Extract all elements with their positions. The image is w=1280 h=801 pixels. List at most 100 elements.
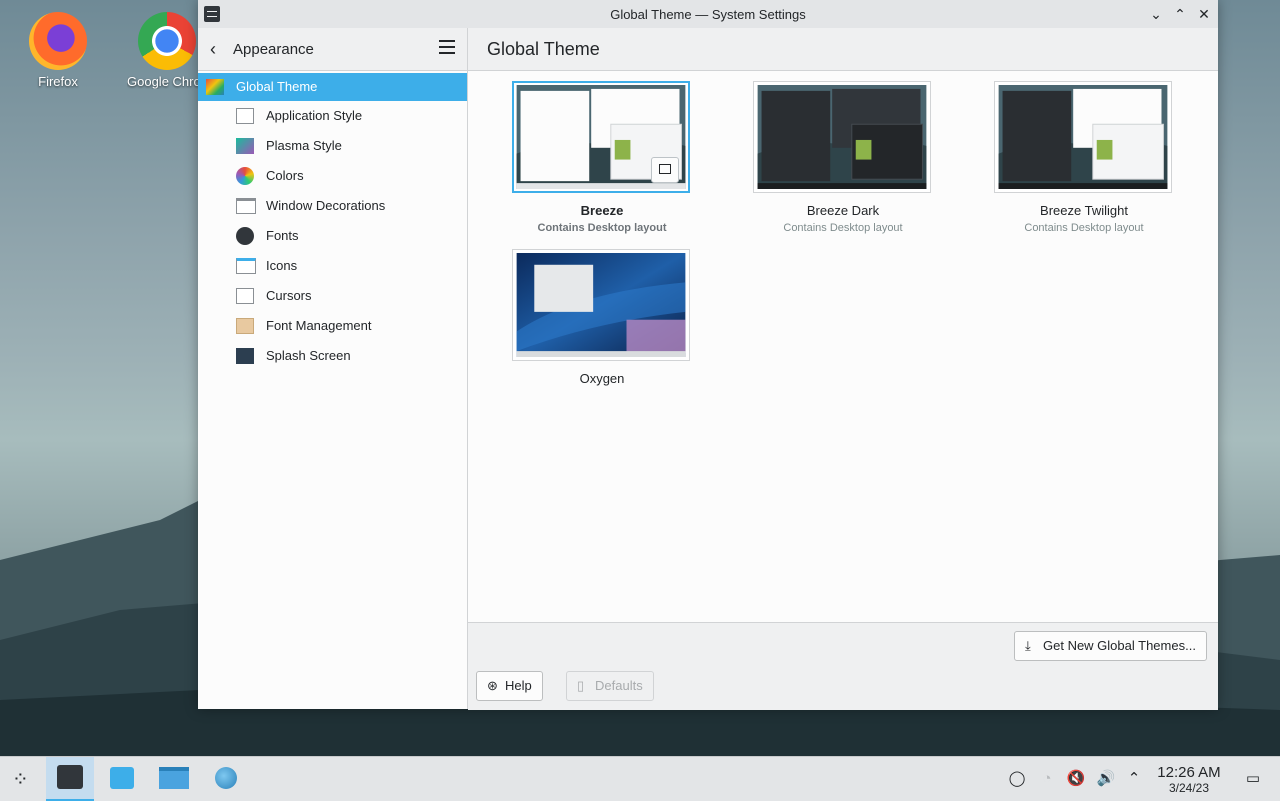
desktop-icon-chrome[interactable]: Google Chrome <box>127 4 207 89</box>
theme-grid: Breeze Contains Desktop layout Breeze Da… <box>468 71 1218 622</box>
help-button[interactable]: ⊛ Help <box>476 671 543 701</box>
desktop-icon-label: Google Chrome <box>127 74 207 89</box>
theme-thumbnail <box>512 81 690 193</box>
clock-time: 12:26 AM <box>1157 764 1221 781</box>
kde-launcher-icon: ⁘ <box>12 769 29 791</box>
global-theme-icon <box>206 79 224 95</box>
theme-subtitle: Contains Desktop layout <box>1024 222 1144 234</box>
sidebar-item-splash-screen[interactable]: Splash Screen <box>198 341 467 371</box>
breeze-dark-preview-image <box>757 85 927 189</box>
taskbar-system-settings[interactable] <box>46 757 94 801</box>
window-title: Global Theme — System Settings <box>610 7 806 22</box>
sidebar-title: Appearance <box>233 41 314 58</box>
window-titlebar[interactable]: Global Theme — System Settings ⌄ ⌃ ✕ <box>198 0 1218 29</box>
sidebar-item-label: Application Style <box>266 108 363 123</box>
main-panel: Global Theme Breeze Contains Desktop lay… <box>468 28 1218 710</box>
desktop-icon-label: Firefox <box>38 74 78 89</box>
folder-icon <box>159 767 189 789</box>
font-management-icon <box>236 318 254 334</box>
close-button[interactable]: ✕ <box>1194 4 1214 24</box>
icons-icon <box>236 258 256 274</box>
sidebar-item-icons[interactable]: Icons <box>198 251 467 281</box>
settings-window: Global Theme — System Settings ⌄ ⌃ ✕ ‹ A… <box>198 0 1218 710</box>
application-launcher[interactable]: ⁘ <box>0 757 48 801</box>
help-lifebuoy-icon: ⊛ <box>487 678 498 693</box>
chevron-up-icon[interactable]: ⌃ <box>1124 769 1144 789</box>
button-label: Help <box>505 678 532 693</box>
globe-icon <box>215 767 237 789</box>
main-header: Global Theme <box>468 28 1218 71</box>
sidebar-item-label: Font Management <box>266 318 372 333</box>
theme-card-breeze-dark[interactable]: Breeze Dark Contains Desktop layout <box>753 81 933 234</box>
discover-store-icon <box>110 767 134 789</box>
back-arrow-icon[interactable]: ‹ <box>210 39 216 60</box>
theme-thumbnail <box>512 249 690 361</box>
sidebar-item-label: Window Decorations <box>266 198 386 213</box>
footer-bar: ⤓ Get New Global Themes... ⊛ Help ▯ Defa… <box>468 622 1218 710</box>
page-title: Global Theme <box>487 39 600 59</box>
document-revert-icon: ▯ <box>577 678 585 693</box>
desktop-icon-firefox[interactable]: Firefox <box>13 4 103 89</box>
theme-name: Oxygen <box>579 371 625 386</box>
sidebar-item-label: Fonts <box>266 228 299 243</box>
firefox-icon <box>29 12 87 70</box>
plasma-style-icon <box>236 138 254 154</box>
theme-name: Breeze Twilight <box>1040 203 1128 218</box>
defaults-button[interactable]: ▯ Defaults <box>566 671 654 701</box>
window-decorations-icon <box>236 198 256 214</box>
theme-name: Breeze Dark <box>806 203 880 218</box>
fonts-icon <box>236 227 254 245</box>
maximize-button[interactable]: ⌃ <box>1170 4 1190 24</box>
theme-card-breeze[interactable]: Breeze Contains Desktop layout <box>512 81 692 234</box>
network-icon[interactable]: ◔ <box>1037 769 1057 789</box>
sidebar-item-plasma-style[interactable]: Plasma Style <box>198 131 467 161</box>
clock-date: 3/24/23 <box>1168 781 1210 795</box>
user-icon[interactable]: ◯ <box>1007 769 1027 789</box>
theme-subtitle: Contains Desktop layout <box>783 222 903 234</box>
sidebar-item-cursors[interactable]: Cursors <box>198 281 467 311</box>
taskbar-discover[interactable] <box>98 757 146 801</box>
cursors-icon <box>236 288 254 304</box>
sidebar-item-colors[interactable]: Colors <box>198 161 467 191</box>
minimize-button[interactable]: ⌄ <box>1146 4 1166 24</box>
breeze-twilight-preview-image <box>998 85 1168 189</box>
volume-icon[interactable]: 🔊 <box>1096 769 1116 789</box>
theme-card-breeze-twilight[interactable]: Breeze Twilight Contains Desktop layout <box>994 81 1174 234</box>
sidebar-header: ‹ Appearance <box>198 28 467 71</box>
colors-icon <box>236 167 254 185</box>
show-desktop-icon[interactable]: ▭ <box>1243 769 1263 789</box>
theme-subtitle: Contains Desktop layout <box>537 222 667 234</box>
theme-card-oxygen[interactable]: Oxygen <box>512 249 692 386</box>
sidebar-item-label: Splash Screen <box>266 348 351 363</box>
sidebar-item-label: Cursors <box>266 288 312 303</box>
taskbar: ⁘ ◯ ◔ 🔇 🔊 ⌃ 12:26 AM 3/24/23 ▭ <box>0 756 1280 801</box>
splash-screen-icon <box>236 348 254 364</box>
oxygen-preview-image <box>516 253 686 357</box>
taskbar-dolphin[interactable] <box>150 757 198 801</box>
application-style-icon <box>236 108 254 124</box>
preview-image-button[interactable] <box>651 157 679 183</box>
button-label: Get New Global Themes... <box>1043 638 1196 653</box>
hamburger-menu-icon[interactable] <box>439 40 455 54</box>
sidebar-item-label: Colors <box>266 168 304 183</box>
sidebar-item-global-theme[interactable]: Global Theme <box>198 73 467 101</box>
sidebar-item-application-style[interactable]: Application Style <box>198 101 467 131</box>
taskbar-browser[interactable] <box>202 757 250 801</box>
button-label: Defaults <box>595 678 643 693</box>
theme-thumbnail <box>994 81 1172 193</box>
theme-name: Breeze <box>580 203 624 218</box>
sidebar-item-label: Icons <box>266 258 298 273</box>
sidebar: ‹ Appearance Global Theme Application St… <box>198 28 468 709</box>
sidebar-item-label: Global Theme <box>236 79 318 94</box>
digital-clock[interactable]: 12:26 AM 3/24/23 <box>1148 764 1230 795</box>
system-settings-icon <box>57 765 83 789</box>
chrome-icon <box>138 12 196 70</box>
sidebar-item-label: Plasma Style <box>266 138 342 153</box>
get-new-themes-button[interactable]: ⤓ Get New Global Themes... <box>1014 631 1207 661</box>
theme-thumbnail <box>753 81 931 193</box>
audio-muted-icon[interactable]: 🔇 <box>1066 769 1086 789</box>
sidebar-item-window-decorations[interactable]: Window Decorations <box>198 191 467 221</box>
sidebar-item-fonts[interactable]: Fonts <box>198 221 467 251</box>
download-icon: ⤓ <box>1025 638 1031 653</box>
sidebar-item-font-management[interactable]: Font Management <box>198 311 467 341</box>
